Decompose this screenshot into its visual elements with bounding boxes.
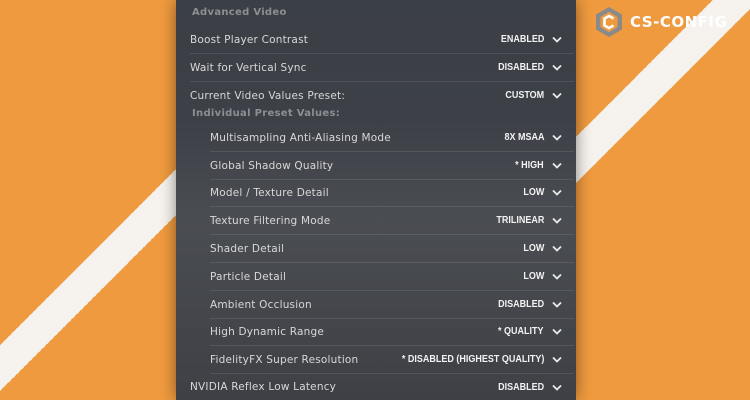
advanced-video-settings-panel: Advanced Video Boost Player Contrast ENA… [176, 0, 576, 400]
chevron-down-icon[interactable] [552, 328, 562, 335]
setting-row-shader-detail[interactable]: Shader Detail LOW [210, 235, 574, 263]
setting-value: DISABLED [497, 299, 544, 310]
setting-value: LOW [523, 187, 544, 198]
setting-value: * HIGH [515, 160, 544, 171]
setting-row-model-texture-detail[interactable]: Model / Texture Detail LOW [210, 179, 574, 207]
chevron-down-icon[interactable] [552, 384, 562, 391]
setting-row-nvidia-reflex-low-latency[interactable]: NVIDIA Reflex Low Latency DISABLED [190, 374, 574, 400]
setting-label: Ambient Occlusion [210, 298, 312, 311]
subsection-heading: Individual Preset Values: [192, 108, 341, 119]
setting-row-high-dynamic-range[interactable]: High Dynamic Range * QUALITY [210, 318, 574, 346]
setting-label: Multisampling Anti-Aliasing Mode [210, 131, 391, 144]
setting-value: ENABLED [500, 34, 544, 45]
setting-value: * QUALITY [498, 326, 544, 337]
chevron-down-icon[interactable] [552, 64, 562, 71]
setting-row-boost-player-contrast[interactable]: Boost Player Contrast ENABLED [190, 26, 574, 54]
chevron-down-icon[interactable] [552, 134, 562, 141]
cs-config-logo-icon [596, 7, 622, 37]
chevron-down-icon[interactable] [552, 36, 562, 43]
setting-row-wait-for-vertical-sync[interactable]: Wait for Vertical Sync DISABLED [190, 54, 574, 82]
setting-value: DISABLED [497, 381, 544, 393]
chevron-down-icon[interactable] [552, 92, 562, 99]
setting-row-video-values-preset[interactable]: Current Video Values Preset: CUSTOM [190, 82, 574, 109]
setting-label: Global Shadow Quality [210, 159, 334, 172]
setting-row-particle-detail[interactable]: Particle Detail LOW [210, 263, 574, 291]
setting-value: CUSTOM [505, 90, 544, 101]
chevron-down-icon[interactable] [552, 217, 562, 224]
setting-value: * DISABLED (HIGHEST QUALITY) [401, 354, 544, 365]
setting-label: Texture Filtering Mode [210, 214, 331, 227]
setting-row-msaa-mode[interactable]: Multisampling Anti-Aliasing Mode 8X MSAA [210, 124, 574, 152]
setting-value: TRILINEAR [495, 215, 544, 226]
setting-value: LOW [523, 243, 544, 254]
setting-row-texture-filtering-mode[interactable]: Texture Filtering Mode TRILINEAR [210, 207, 574, 235]
setting-label: Current Video Values Preset: [190, 89, 346, 102]
setting-row-fidelityfx-super-resolution[interactable]: FidelityFX Super Resolution * DISABLED (… [210, 346, 574, 374]
setting-label: Model / Texture Detail [210, 186, 329, 199]
brand-name: CS-CONFIG [630, 13, 728, 31]
setting-value: LOW [523, 271, 544, 282]
setting-label: Wait for Vertical Sync [190, 61, 307, 74]
setting-label: Boost Player Contrast [190, 33, 309, 46]
section-heading: Advanced Video [192, 7, 287, 18]
setting-label: FidelityFX Super Resolution [210, 353, 359, 366]
setting-row-ambient-occlusion[interactable]: Ambient Occlusion DISABLED [210, 291, 574, 319]
chevron-down-icon[interactable] [552, 356, 562, 363]
setting-label: Shader Detail [210, 242, 285, 255]
chevron-down-icon[interactable] [552, 245, 562, 252]
setting-value: DISABLED [497, 62, 544, 73]
setting-label: High Dynamic Range [210, 325, 324, 338]
setting-label: Particle Detail [210, 270, 287, 283]
setting-value: 8X MSAA [503, 132, 544, 143]
chevron-down-icon[interactable] [552, 189, 562, 196]
setting-label: NVIDIA Reflex Low Latency [190, 381, 337, 393]
chevron-down-icon[interactable] [552, 162, 562, 169]
chevron-down-icon[interactable] [552, 301, 562, 308]
setting-row-global-shadow-quality[interactable]: Global Shadow Quality * HIGH [210, 152, 574, 180]
chevron-down-icon[interactable] [552, 273, 562, 280]
brand-logo: CS-CONFIG [594, 6, 727, 38]
